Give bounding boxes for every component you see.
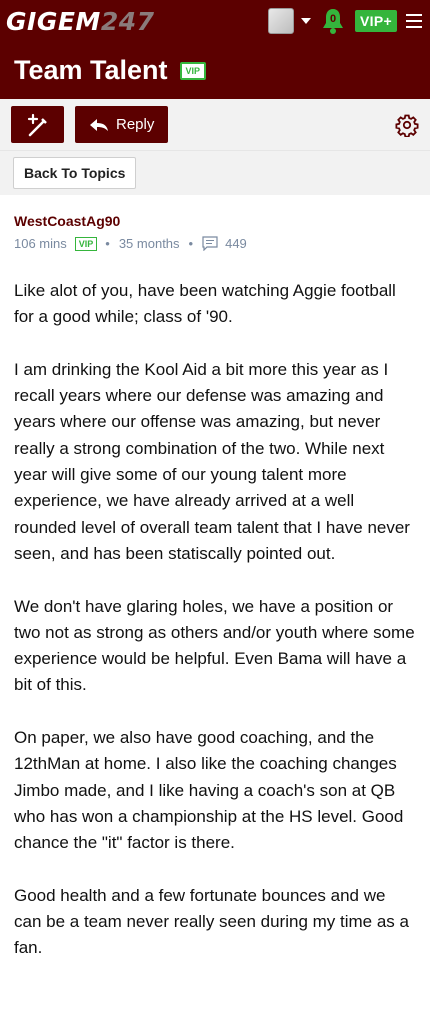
vip-badge: VIP [179,61,207,80]
reply-arrow-icon [90,118,108,131]
user-avatar[interactable] [268,8,295,34]
top-navbar: GIGEM247 0 VIP+ [0,0,430,42]
post-paragraph: On paper, we also have good coaching, an… [14,728,404,853]
back-to-topics-button[interactable]: Back To Topics [13,157,137,189]
post-paragraph: I am drinking the Kool Aid a bit more th… [14,359,410,563]
logo-text: GIGEM [6,6,101,36]
new-topic-button[interactable] [11,106,64,143]
post-author[interactable]: WestCoastAg90 [14,213,416,229]
forum-post: WestCoastAg90 106 mins VIP • 35 months •… [0,195,430,962]
top-right-controls: 0 VIP+ [268,7,422,35]
post-time: 106 mins [14,236,67,251]
vip-plus-button[interactable]: VIP+ [355,10,397,32]
member-age: 35 months [118,236,180,251]
post-paragraph: We don't have glaring holes, we have a p… [14,596,415,695]
action-bar: Reply [0,99,430,151]
chevron-down-icon[interactable] [301,18,312,24]
site-logo[interactable]: GIGEM247 [6,7,155,36]
separator-dot: • [188,236,194,251]
comment-icon [202,236,218,251]
reply-button[interactable]: Reply [75,106,169,143]
post-count: 449 [225,236,247,251]
hamburger-menu-icon[interactable] [406,14,422,28]
gear-icon[interactable] [395,113,419,137]
pencil-plus-icon [27,113,47,136]
back-bar: Back To Topics [0,151,430,195]
logo-number: 247 [100,6,155,36]
separator-dot: • [105,236,110,251]
post-meta: 106 mins VIP • 35 months • 449 [14,236,416,251]
page-title: Team Talent [14,55,168,85]
post-body: Like alot of you, have been watching Agg… [14,278,416,962]
post-paragraph: Like alot of you, have been watching Agg… [14,281,396,327]
notifications-button[interactable]: 0 [321,7,345,35]
reply-label: Reply [116,116,155,133]
post-paragraph: Good health and a few fortunate bounces … [14,885,409,958]
notification-count: 0 [329,13,337,25]
author-vip-badge: VIP [74,236,98,251]
topic-title-bar: Team Talent VIP [0,42,430,99]
